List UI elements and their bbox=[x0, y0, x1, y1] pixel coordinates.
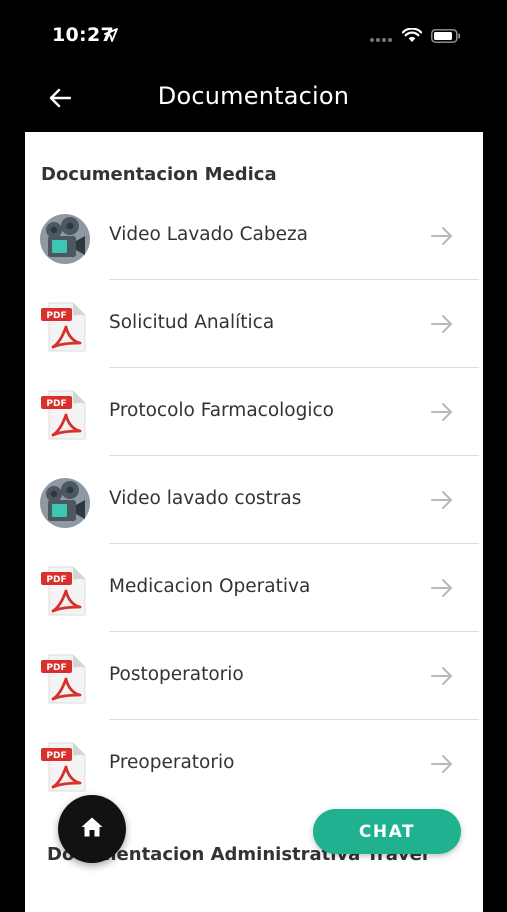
pdf-icon: PDF bbox=[40, 302, 90, 352]
row-label: Video lavado costras bbox=[109, 488, 302, 509]
status-indicators bbox=[369, 27, 461, 47]
arrow-right-icon bbox=[430, 401, 454, 427]
video-camera-icon bbox=[40, 478, 90, 528]
pdf-icon: PDF bbox=[40, 566, 90, 616]
row-label: Video Lavado Cabeza bbox=[109, 224, 309, 245]
svg-text:PDF: PDF bbox=[46, 575, 66, 585]
wifi-icon bbox=[401, 27, 423, 47]
chat-button[interactable]: CHAT bbox=[313, 809, 461, 854]
video-camera-icon bbox=[40, 214, 90, 264]
pdf-icon: PDF bbox=[40, 390, 90, 440]
list-item[interactable]: PDF Solicitud Analítica bbox=[25, 280, 483, 368]
battery-icon bbox=[431, 28, 461, 47]
list-item[interactable]: PDF Medicacion Operativa bbox=[25, 544, 483, 632]
svg-text:PDF: PDF bbox=[46, 663, 66, 673]
list-item[interactable]: PDF Protocolo Farmacologico bbox=[25, 368, 483, 456]
app-header: Documentacion bbox=[0, 70, 507, 130]
list-item[interactable]: Video lavado costras bbox=[25, 456, 483, 544]
row-label: Medicacion Operativa bbox=[109, 576, 311, 597]
svg-text:PDF: PDF bbox=[46, 399, 66, 409]
pdf-icon: PDF bbox=[40, 742, 90, 792]
arrow-right-icon bbox=[430, 489, 454, 515]
list-item[interactable]: PDF Postoperatorio bbox=[25, 632, 483, 720]
arrow-right-icon bbox=[430, 225, 454, 251]
row-label: Postoperatorio bbox=[109, 664, 244, 685]
home-button[interactable] bbox=[58, 795, 126, 863]
status-bar: 10:27 bbox=[0, 0, 507, 70]
signal-dots-icon bbox=[369, 28, 393, 47]
svg-text:PDF: PDF bbox=[46, 751, 66, 761]
pdf-icon: PDF bbox=[40, 654, 90, 704]
list-item[interactable]: Video Lavado Cabeza bbox=[25, 192, 483, 280]
section-title-medica: Documentacion Medica bbox=[41, 164, 277, 185]
svg-text:PDF: PDF bbox=[46, 311, 66, 321]
arrow-right-icon bbox=[430, 313, 454, 339]
row-label: Solicitud Analítica bbox=[109, 312, 275, 333]
location-arrow-icon bbox=[104, 27, 118, 46]
arrow-right-icon bbox=[430, 577, 454, 603]
arrow-right-icon bbox=[430, 665, 454, 691]
row-label: Protocolo Farmacologico bbox=[109, 400, 334, 421]
arrow-right-icon bbox=[430, 753, 454, 779]
page-title: Documentacion bbox=[157, 82, 350, 110]
home-icon bbox=[80, 816, 104, 842]
row-label: Preoperatorio bbox=[109, 752, 235, 773]
